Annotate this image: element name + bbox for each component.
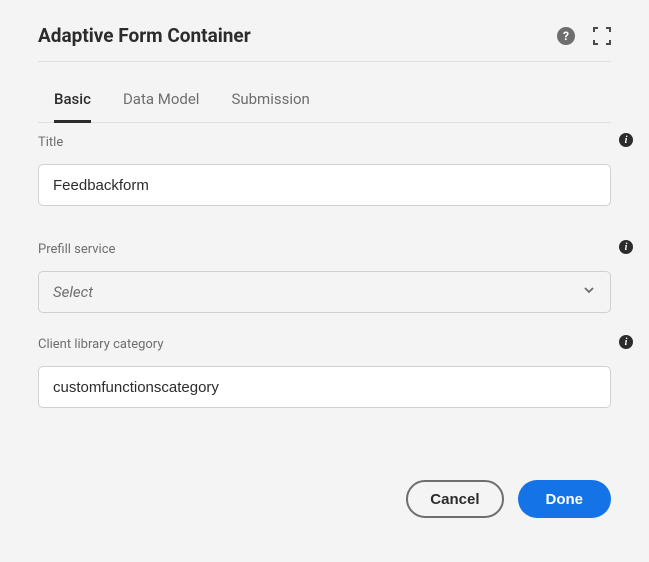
- done-button[interactable]: Done: [518, 480, 612, 518]
- dialog-header: Adaptive Form Container ?: [38, 24, 611, 61]
- info-icon[interactable]: i: [619, 133, 633, 147]
- dialog-footer: Cancel Done: [38, 480, 611, 518]
- field-prefill-group: i Prefill service Select: [38, 242, 611, 313]
- fullscreen-icon[interactable]: [593, 27, 611, 45]
- dialog-title: Adaptive Form Container: [38, 24, 251, 47]
- prefill-selected-value: Select: [53, 283, 93, 301]
- title-label: Title: [38, 135, 611, 150]
- chevron-down-icon: [582, 283, 596, 301]
- tab-basic[interactable]: Basic: [54, 90, 91, 122]
- header-divider: [38, 61, 611, 62]
- cancel-button[interactable]: Cancel: [406, 480, 503, 518]
- prefill-label: Prefill service: [38, 242, 611, 257]
- tab-submission[interactable]: Submission: [231, 90, 309, 122]
- help-icon[interactable]: ?: [557, 27, 575, 45]
- info-icon[interactable]: i: [619, 335, 633, 349]
- field-clientlib-group: i Client library category: [38, 337, 611, 432]
- form-basic-panel: i Title i Prefill service Select i Clien…: [38, 135, 611, 432]
- info-icon[interactable]: i: [619, 240, 633, 254]
- header-actions: ?: [557, 27, 611, 45]
- tab-data-model[interactable]: Data Model: [123, 90, 200, 122]
- clientlib-input[interactable]: [38, 366, 611, 408]
- title-input[interactable]: [38, 164, 611, 206]
- tab-bar: Basic Data Model Submission: [38, 90, 611, 123]
- field-title-group: i Title: [38, 135, 611, 230]
- clientlib-label: Client library category: [38, 337, 611, 352]
- prefill-select[interactable]: Select: [38, 271, 611, 313]
